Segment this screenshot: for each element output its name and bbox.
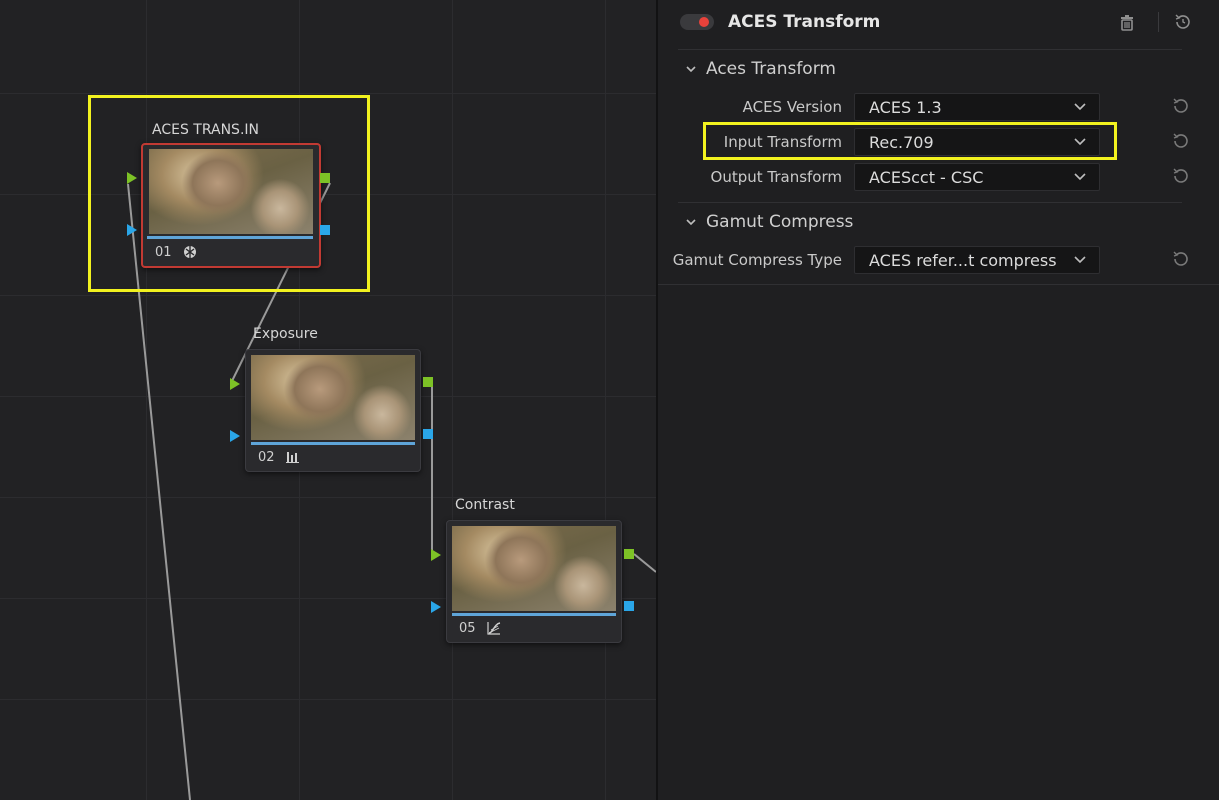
output-transform-dropdown[interactable]: ACEScct - CSC <box>854 163 1100 191</box>
node-05-rgb-input[interactable] <box>431 549 441 561</box>
aces-version-label: ACES Version <box>742 98 842 116</box>
node-05-thumbnail <box>452 526 616 611</box>
node-02-key-output[interactable] <box>423 429 433 439</box>
node-05-key-input[interactable] <box>431 601 441 613</box>
node-02-rgb-input[interactable] <box>230 378 240 390</box>
toggle-indicator <box>699 17 709 27</box>
node-05[interactable]: 05 <box>446 520 622 643</box>
reset-icon[interactable] <box>1170 165 1192 187</box>
input-transform-highlight <box>703 122 1117 160</box>
gamut-compress-type-value: ACES refer...t compress <box>869 251 1057 270</box>
aces-version-dropdown[interactable]: ACES 1.3 <box>854 93 1100 121</box>
chevron-down-icon <box>1074 173 1086 181</box>
header-separator <box>1158 12 1159 32</box>
chevron-down-icon <box>1074 103 1086 111</box>
link-node-05-out <box>633 553 656 573</box>
chevron-down-icon[interactable] <box>684 62 698 76</box>
section-aces-transform[interactable]: Aces Transform <box>706 59 836 79</box>
node-01-highlight <box>88 95 370 292</box>
divider-3 <box>658 284 1219 285</box>
node-02-key-input[interactable] <box>230 430 240 442</box>
reset-all-icon[interactable] <box>1172 11 1194 33</box>
effect-enable-toggle[interactable] <box>680 14 714 30</box>
node-02-thumbnail <box>251 355 415 440</box>
curve-icon <box>487 622 501 635</box>
node-02[interactable]: 02 <box>245 349 421 472</box>
node-02-label: Exposure <box>253 326 318 342</box>
divider-2 <box>678 202 1182 203</box>
output-transform-label: Output Transform <box>710 168 842 186</box>
reset-icon[interactable] <box>1170 248 1192 270</box>
gamut-compress-type-label: Gamut Compress Type <box>672 251 842 269</box>
gamut-compress-type-dropdown[interactable]: ACES refer...t compress <box>854 246 1100 274</box>
reset-icon[interactable] <box>1170 95 1192 117</box>
section-gamut-compress[interactable]: Gamut Compress <box>706 212 853 232</box>
node-02-rgb-output[interactable] <box>423 377 433 387</box>
node-05-key-output[interactable] <box>624 601 634 611</box>
divider-1 <box>678 49 1182 50</box>
node-graph[interactable]: ACES TRANS.IN 01 Exposure 02 Contrast 05 <box>0 0 656 800</box>
aces-version-value: ACES 1.3 <box>869 98 942 117</box>
panel-title: ACES Transform <box>728 12 881 32</box>
bars-icon <box>286 452 299 463</box>
panel-header: ACES Transform <box>658 0 1219 48</box>
node-05-rgb-output[interactable] <box>624 549 634 559</box>
node-05-bar <box>452 613 616 616</box>
reset-icon[interactable] <box>1170 130 1192 152</box>
chevron-down-icon <box>1074 256 1086 264</box>
trash-icon[interactable] <box>1117 12 1137 32</box>
node-02-number: 02 <box>258 450 275 465</box>
output-transform-value: ACEScct - CSC <box>869 168 984 187</box>
inspector-panel: ACES Transform Aces Transform ACES Versi… <box>656 0 1219 800</box>
node-02-bar <box>251 442 415 445</box>
node-05-label: Contrast <box>455 497 515 513</box>
chevron-down-icon[interactable] <box>684 215 698 229</box>
node-05-number: 05 <box>459 621 476 636</box>
